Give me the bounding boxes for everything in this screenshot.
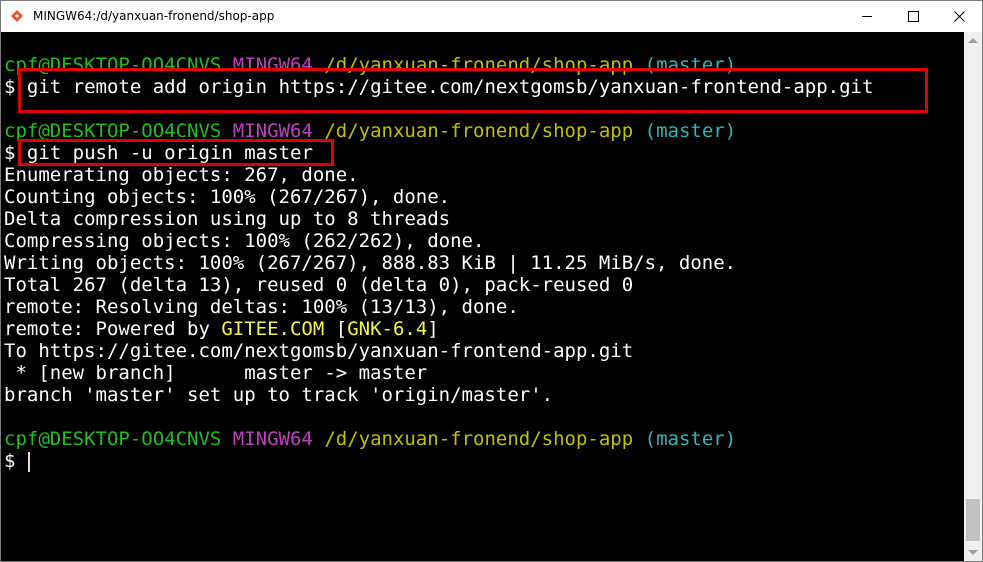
scroll-up-icon[interactable] bbox=[968, 38, 978, 43]
prompt-symbol: $ bbox=[4, 142, 16, 164]
vertical-scrollbar[interactable] bbox=[964, 32, 982, 561]
output-line: * [new branch] master -> master bbox=[4, 362, 428, 384]
maximize-button[interactable] bbox=[890, 1, 936, 32]
output-line: branch 'master' set up to track 'origin/… bbox=[4, 384, 554, 406]
prompt-path: /d/yanxuan-fronend/shop-app bbox=[324, 120, 634, 142]
output-line: Enumerating objects: 267, done. bbox=[4, 164, 359, 186]
git-bash-icon bbox=[11, 10, 23, 22]
highlight-box-remote-add bbox=[18, 68, 928, 113]
output-line: remote: Resolving deltas: 100% (13/13), … bbox=[4, 296, 519, 318]
output-line: remote: Powered by GITEE.COM [GNK-6.4] bbox=[4, 318, 439, 340]
prompt-branch: (master) bbox=[644, 120, 737, 142]
output-line: Compressing objects: 100% (262/262), don… bbox=[4, 230, 485, 252]
prompt-user-host: cpf@DESKTOP-OO4CNVS bbox=[4, 428, 222, 450]
window-title: MINGW64:/d/yanxuan-fronend/shop-app bbox=[33, 9, 275, 23]
terminal-output[interactable]: cpf@DESKTOP-OO4CNVS MINGW64 /d/yanxuan-f… bbox=[1, 32, 964, 561]
prompt-branch: (master) bbox=[644, 428, 737, 450]
prompt-symbol: $ bbox=[4, 450, 16, 472]
gitee-text: GITEE.COM bbox=[221, 318, 325, 340]
output-line: To https://gitee.com/nextgomsb/yanxuan-f… bbox=[4, 340, 634, 362]
close-button[interactable] bbox=[936, 1, 982, 32]
prompt-path: /d/yanxuan-fronend/shop-app bbox=[324, 428, 634, 450]
output-text: ] bbox=[427, 318, 439, 340]
output-line: Counting objects: 100% (267/267), done. bbox=[4, 186, 451, 208]
output-line: Writing objects: 100% (267/267), 888.83 … bbox=[4, 252, 737, 274]
highlight-box-push bbox=[18, 139, 334, 166]
input-line[interactable]: $ bbox=[4, 450, 15, 472]
scroll-down-icon[interactable] bbox=[968, 550, 978, 555]
output-line: Delta compression using up to 8 threads bbox=[4, 208, 451, 230]
title-bar[interactable]: MINGW64:/d/yanxuan-fronend/shop-app bbox=[1, 1, 982, 32]
maximize-icon bbox=[907, 11, 919, 22]
prompt-system: MINGW64 bbox=[232, 428, 313, 450]
minimize-button[interactable] bbox=[844, 1, 890, 32]
close-icon bbox=[953, 11, 965, 22]
prompt-symbol: $ bbox=[4, 76, 16, 98]
terminal-window: MINGW64:/d/yanxuan-fronend/shop-app cpf@… bbox=[0, 0, 983, 562]
gnk-version-text: GNK-6.4 bbox=[347, 318, 428, 340]
output-text: remote: Powered by bbox=[4, 318, 222, 340]
scrollbar-thumb[interactable] bbox=[966, 499, 980, 541]
prompt-line: cpf@DESKTOP-OO4CNVS MINGW64 /d/yanxuan-f… bbox=[4, 428, 736, 450]
output-line: Total 267 (delta 13), reused 0 (delta 0)… bbox=[4, 274, 634, 296]
minimize-icon bbox=[861, 16, 872, 17]
text-cursor bbox=[28, 452, 30, 472]
output-text: [ bbox=[324, 318, 348, 340]
